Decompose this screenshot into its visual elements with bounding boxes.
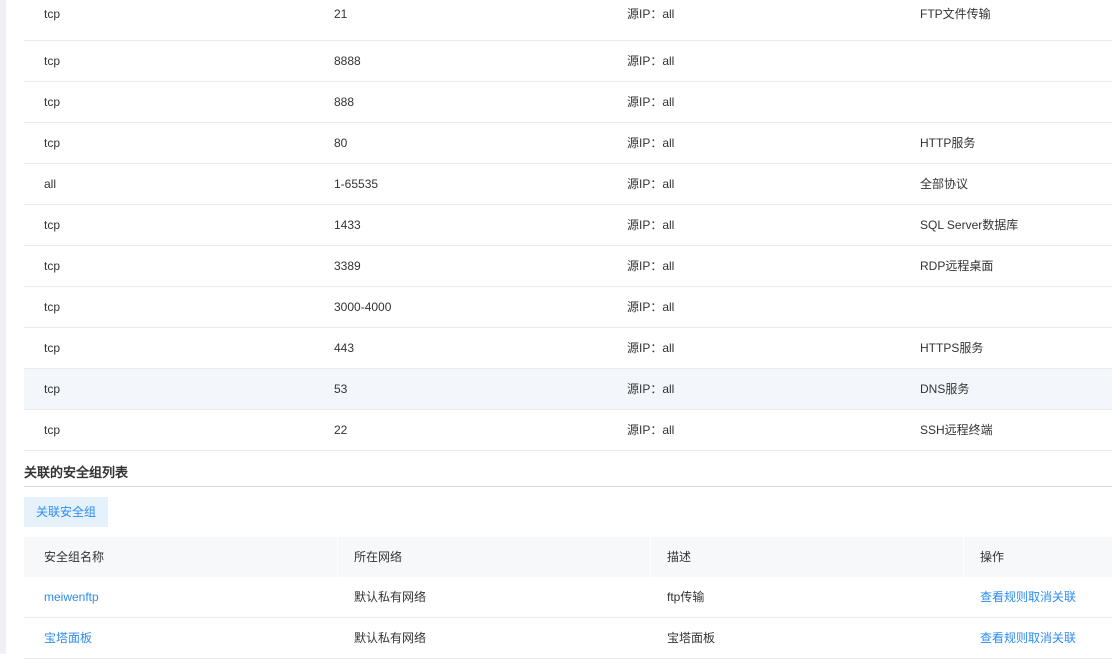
group-network: 默认私有网络	[354, 631, 427, 645]
group-description: ftp传输	[667, 590, 705, 604]
rule-port: 21	[334, 7, 348, 21]
associate-security-group-button[interactable]: 关联安全组	[24, 497, 108, 527]
rule-port: 3389	[334, 259, 361, 273]
row-actions: 查看规则 取消关联	[980, 618, 1076, 658]
rule-source: 源IP：all	[627, 136, 675, 150]
rule-source: 源IP：all	[627, 300, 675, 314]
rule-description: HTTP服务	[920, 136, 976, 150]
table-row: tcp 8888 源IP：all	[24, 41, 1112, 82]
row-actions: 查看规则 取消关联	[980, 577, 1076, 617]
rule-source: 源IP：all	[627, 95, 675, 109]
rule-description: RDP远程桌面	[920, 259, 994, 273]
column-header-description: 描述	[667, 550, 692, 564]
rule-port: 22	[334, 423, 348, 437]
rule-source: 源IP：all	[627, 177, 675, 191]
security-group-name-link[interactable]: 宝塔面板	[44, 618, 92, 658]
security-groups-table: 安全组名称 所在网络 描述 操作 meiwenftp 默认私有网络 ftp传输 …	[24, 537, 1112, 659]
table-row-hovered: tcp 53 源IP：all DNS服务	[24, 369, 1112, 410]
view-rules-link[interactable]: 查看规则	[980, 590, 1028, 604]
rule-description: FTP文件传输	[920, 7, 991, 21]
unlink-link[interactable]: 取消关联	[1028, 590, 1076, 604]
rule-port: 443	[334, 341, 355, 355]
left-sidebar-edge	[0, 0, 6, 654]
rule-port: 888	[334, 95, 355, 109]
view-rules-link[interactable]: 查看规则	[980, 631, 1028, 645]
rule-source: 源IP：all	[627, 382, 675, 396]
column-header-network: 所在网络	[354, 550, 403, 564]
rule-port: 80	[334, 136, 348, 150]
rule-source: 源IP：all	[627, 54, 675, 68]
rule-source: 源IP：all	[627, 218, 675, 232]
rule-description: SSH远程终端	[920, 423, 993, 437]
rule-source: 源IP：all	[627, 341, 675, 355]
rule-source: 源IP：all	[627, 423, 675, 437]
table-row: meiwenftp 默认私有网络 ftp传输 查看规则 取消关联	[24, 577, 1112, 618]
group-network: 默认私有网络	[354, 590, 427, 604]
table-row: tcp 21 源IP：all FTP文件传输	[24, 0, 1112, 41]
rule-description: HTTPS服务	[920, 341, 984, 355]
security-rules-table: tcp 21 源IP：all FTP文件传输 tcp 8888 源IP：all …	[24, 0, 1112, 451]
rule-protocol: tcp	[44, 300, 61, 314]
rule-protocol: tcp	[44, 259, 61, 273]
table-row: tcp 3000-4000 源IP：all	[24, 287, 1112, 328]
rule-port: 1-65535	[334, 177, 379, 191]
rule-description: DNS服务	[920, 382, 970, 396]
rule-port: 8888	[334, 54, 361, 68]
group-description: 宝塔面板	[667, 631, 716, 645]
table-row: tcp 3389 源IP：all RDP远程桌面	[24, 246, 1112, 287]
table-row: tcp 80 源IP：all HTTP服务	[24, 123, 1112, 164]
rule-protocol: tcp	[44, 382, 61, 396]
rule-protocol: tcp	[44, 218, 61, 232]
table-row: tcp 22 源IP：all SSH远程终端	[24, 410, 1112, 451]
table-row: tcp 1433 源IP：all SQL Server数据库	[24, 205, 1112, 246]
rule-description: SQL Server数据库	[920, 218, 1019, 232]
rule-protocol: tcp	[44, 7, 61, 21]
rule-port: 3000-4000	[334, 300, 392, 314]
table-row: all 1-65535 源IP：all 全部协议	[24, 164, 1112, 205]
column-divider	[337, 537, 338, 577]
rule-protocol: tcp	[44, 423, 61, 437]
rule-protocol: tcp	[44, 95, 61, 109]
rule-source: 源IP：all	[627, 7, 675, 21]
rule-protocol: tcp	[44, 136, 61, 150]
security-group-name-link[interactable]: meiwenftp	[44, 577, 99, 617]
rule-description: 全部协议	[920, 177, 969, 191]
table-row: 宝塔面板 默认私有网络 宝塔面板 查看规则 取消关联	[24, 618, 1112, 659]
rule-port: 1433	[334, 218, 361, 232]
column-header-name: 安全组名称	[44, 550, 105, 564]
rule-protocol: tcp	[44, 341, 61, 355]
rule-source: 源IP：all	[627, 259, 675, 273]
rule-port: 53	[334, 382, 348, 396]
divider	[24, 486, 1112, 487]
column-divider	[650, 537, 651, 577]
unlink-link[interactable]: 取消关联	[1028, 631, 1076, 645]
rule-protocol: tcp	[44, 54, 61, 68]
column-header-actions: 操作	[980, 550, 1005, 564]
table-row: tcp 888 源IP：all	[24, 82, 1112, 123]
table-row: tcp 443 源IP：all HTTPS服务	[24, 328, 1112, 369]
rule-protocol: all	[44, 177, 57, 191]
section-title: 关联的安全组列表	[24, 465, 129, 480]
column-divider	[963, 537, 964, 577]
table-header: 安全组名称 所在网络 描述 操作	[24, 537, 1112, 577]
